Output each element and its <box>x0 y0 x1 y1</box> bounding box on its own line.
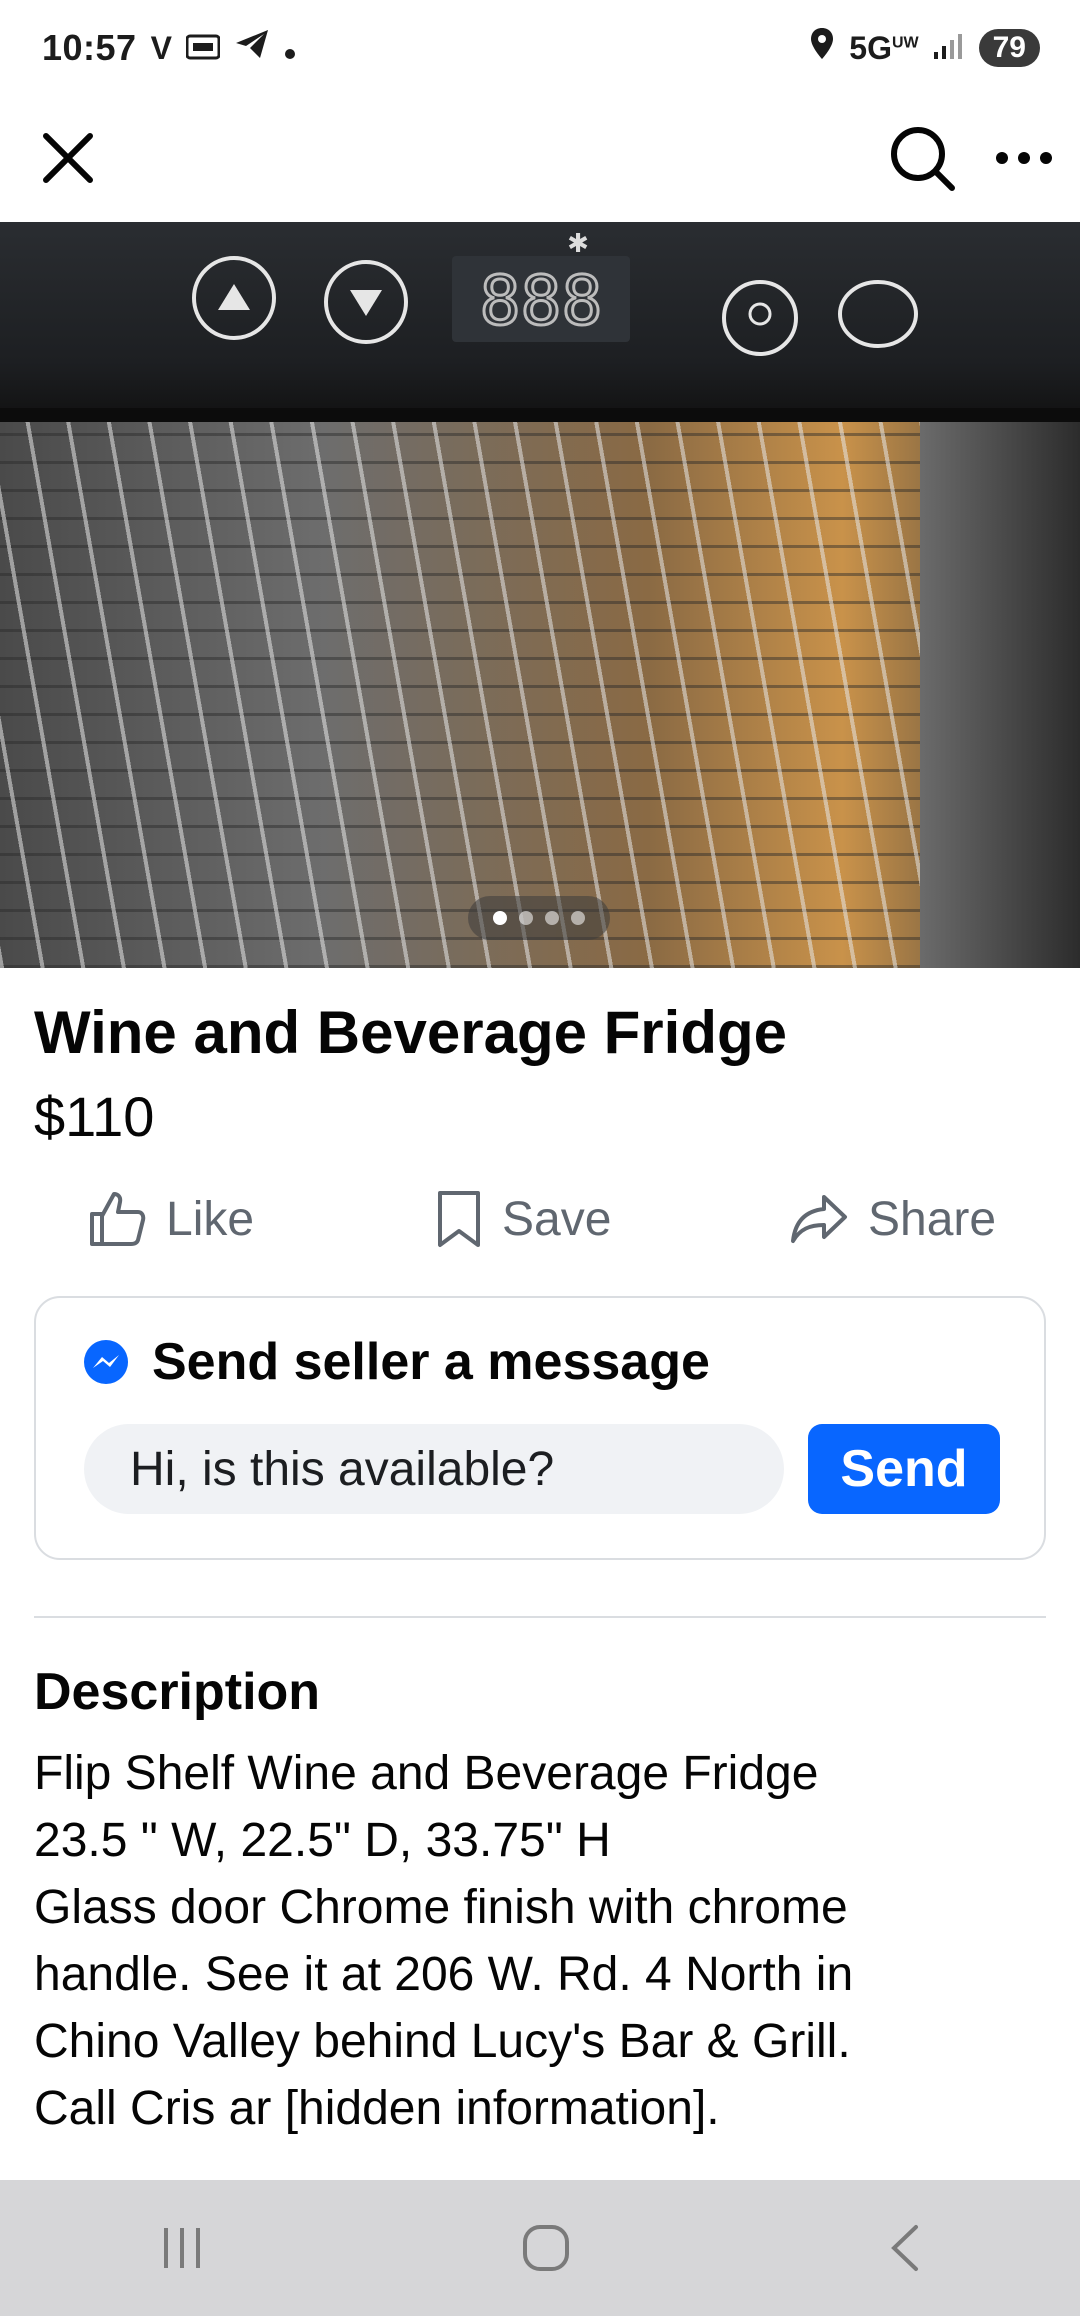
message-input[interactable] <box>84 1424 784 1514</box>
thumbs-up-icon <box>90 1192 146 1246</box>
more-icon <box>996 152 1052 164</box>
share-label: Share <box>868 1192 997 1246</box>
message-header-label: Send seller a message <box>152 1333 710 1391</box>
message-seller-card: Send seller a message Send <box>34 1296 1046 1560</box>
description-heading: Description <box>34 1663 321 1721</box>
top-bar-actions <box>886 122 1054 194</box>
fridge-control-panel: 888 ✱ <box>0 222 1080 422</box>
more-options-button[interactable] <box>994 148 1054 168</box>
status-bar: 10:57 V 5GUW 79 <box>0 0 1080 96</box>
location-icon <box>809 27 835 70</box>
signal-icon <box>933 27 965 69</box>
home-button[interactable] <box>521 2223 571 2273</box>
recent-apps-button[interactable] <box>158 2226 206 2270</box>
search-icon <box>891 127 955 191</box>
listing-photo[interactable]: 888 ✱ <box>0 222 1080 968</box>
control-panel-graphic: 888 ✱ <box>0 229 1080 422</box>
close-button[interactable] <box>36 126 100 190</box>
status-right: 5GUW 79 <box>809 27 1040 70</box>
top-bar <box>0 96 1080 220</box>
image-pagination <box>468 896 610 940</box>
snowflake-icon: ✱ <box>567 229 589 259</box>
network-label: 5GUW <box>849 30 918 67</box>
messenger-icon <box>84 1340 128 1384</box>
telegram-icon <box>234 27 270 69</box>
network-type: 5G <box>849 29 892 66</box>
voicemail-icon <box>185 27 221 69</box>
like-label: Like <box>166 1192 255 1246</box>
status-time: 10:57 <box>42 27 137 68</box>
like-button[interactable]: Like <box>88 1178 254 1260</box>
description-line: Glass door Chrome finish with chrome <box>34 1881 848 1934</box>
description-line: 23.5 " W, 22.5" D, 33.75" H <box>34 1814 611 1867</box>
send-button[interactable]: Send <box>808 1424 1000 1514</box>
recent-apps-icon <box>163 2228 200 2268</box>
pagination-dot[interactable] <box>571 911 585 925</box>
battery-indicator: 79 <box>978 29 1040 67</box>
network-superscript: UW <box>891 33 919 51</box>
bookmark-icon <box>438 1191 480 1247</box>
fridge-door-edge <box>920 422 1080 968</box>
description-line: Chino Valley behind Lucy's Bar & Grill. <box>34 2015 851 2068</box>
status-left: 10:57 V <box>42 27 296 69</box>
system-nav-bar <box>0 2180 1080 2316</box>
search-button[interactable] <box>886 122 958 194</box>
listing-actions: Like Save Share <box>0 1178 1080 1260</box>
description-text: Flip Shelf Wine and Beverage Fridge 23.5… <box>34 1740 1046 2142</box>
carrier-icon: V <box>150 29 172 66</box>
section-divider <box>34 1616 1046 1618</box>
save-button[interactable]: Save <box>436 1178 611 1260</box>
back-icon <box>891 2225 919 2271</box>
listing-title: Wine and Beverage Fridge <box>34 999 787 1066</box>
description-line: Flip Shelf Wine and Beverage Fridge <box>34 1747 819 1800</box>
back-button[interactable] <box>886 2223 922 2273</box>
message-header: Send seller a message <box>82 1332 710 1392</box>
description-line: Call Cris ar [hidden information]. <box>34 2082 720 2135</box>
home-icon <box>522 2225 569 2271</box>
hero-display-digits: 888 <box>480 262 603 341</box>
pagination-dot[interactable] <box>493 911 507 925</box>
pagination-dot[interactable] <box>519 911 533 925</box>
share-icon <box>791 1195 847 1243</box>
wine-racks <box>0 422 1080 968</box>
listing-price: $110 <box>34 1085 155 1148</box>
pagination-dot[interactable] <box>545 911 559 925</box>
close-icon <box>43 133 93 183</box>
description-line: handle. See it at 206 W. Rd. 4 North in <box>34 1948 854 2001</box>
notification-dot-icon <box>284 27 296 69</box>
save-label: Save <box>502 1192 612 1246</box>
share-button[interactable]: Share <box>790 1178 996 1260</box>
